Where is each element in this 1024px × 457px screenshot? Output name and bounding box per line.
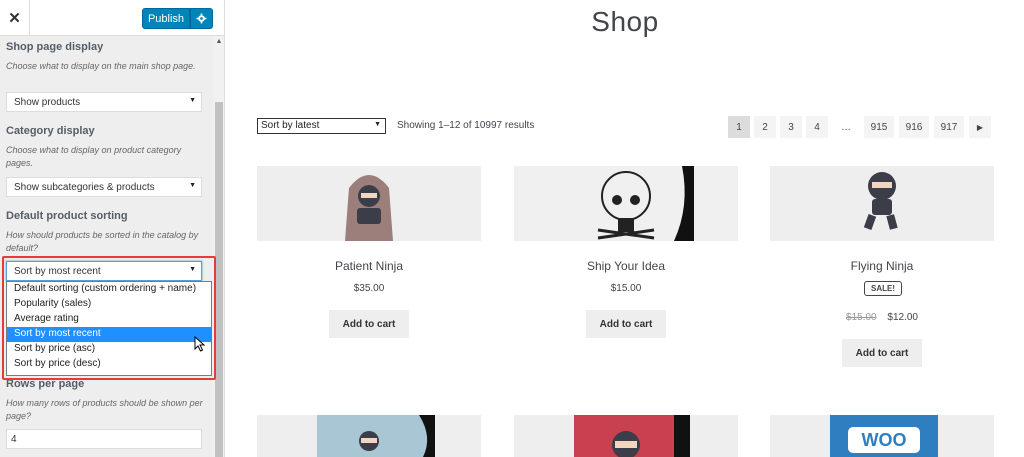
- add-to-cart-button[interactable]: Add to cart: [329, 310, 409, 338]
- add-to-cart-button[interactable]: Add to cart: [842, 339, 922, 367]
- sidebar-header: ✕ Publish: [0, 0, 224, 36]
- category-display-select[interactable]: Show subcategories & products ▼: [6, 177, 202, 197]
- product-price: $15.00: [610, 283, 642, 294]
- category-display-title: Category display: [6, 125, 95, 137]
- flying-ninja-image: [863, 172, 898, 230]
- product-image[interactable]: [514, 166, 738, 241]
- default-sorting-description: How should products be sorted in the cat…: [6, 230, 199, 253]
- page-title: Shop: [591, 6, 659, 37]
- chevron-right-icon: ▶: [976, 122, 984, 132]
- product-image[interactable]: [514, 415, 738, 457]
- product-price: $15.00 $12.00: [770, 312, 994, 323]
- scrollbar-thumb[interactable]: [215, 102, 223, 457]
- product-image[interactable]: [257, 415, 481, 457]
- pagination-page-current[interactable]: 1: [728, 116, 750, 138]
- pagination-page[interactable]: 2: [754, 116, 776, 138]
- chevron-down-icon: ▼: [189, 97, 196, 104]
- pagination-page[interactable]: 4: [806, 116, 828, 138]
- hoodie-ninja-image: [345, 175, 393, 241]
- product-image[interactable]: WOO: [770, 415, 994, 457]
- shop-page-display-title: Shop page display: [6, 41, 104, 53]
- sale-badge: SALE!: [864, 281, 902, 296]
- sidebar-scrollbar[interactable]: ▲: [213, 36, 224, 457]
- publish-button[interactable]: Publish: [142, 8, 190, 29]
- rows-per-page-description: How many rows of products should be show…: [6, 398, 203, 421]
- product-old-price: $15.00: [846, 312, 877, 323]
- pagination-page[interactable]: 917: [934, 116, 964, 138]
- product-price: $35.00: [353, 283, 385, 294]
- chevron-down-icon: ▼: [189, 182, 196, 189]
- publish-settings-button[interactable]: [190, 8, 213, 29]
- ship-your-idea-image: [597, 166, 694, 241]
- shop-sort-select[interactable]: Sort by latest ▼: [257, 118, 386, 134]
- product-sale-price: $12.00: [887, 312, 918, 323]
- product-name[interactable]: Patient Ninja: [257, 259, 481, 273]
- add-to-cart-button[interactable]: Add to cart: [586, 310, 666, 338]
- pagination-page[interactable]: 915: [864, 116, 894, 138]
- mouse-cursor-icon: [194, 336, 206, 352]
- woo-ninja-image: [317, 415, 435, 457]
- category-display-description: Choose what to display on product catego…: [6, 145, 182, 168]
- red-ninja-image: [574, 415, 690, 457]
- product-image[interactable]: [770, 166, 994, 241]
- product-image[interactable]: [257, 166, 481, 241]
- pagination-page[interactable]: 3: [780, 116, 802, 138]
- annotation-highlight: [2, 256, 216, 380]
- close-icon[interactable]: ✕: [0, 0, 30, 36]
- pagination-next[interactable]: ▶: [969, 116, 991, 138]
- shop-sort-value: Sort by latest: [261, 120, 320, 131]
- pagination-ellipsis: …: [841, 121, 851, 133]
- rows-per-page-input[interactable]: 4: [6, 429, 202, 449]
- shop-page-display-description: Choose what to display on the main shop …: [6, 61, 196, 71]
- category-display-value: Show subcategories & products: [14, 182, 155, 193]
- shop-page-display-select[interactable]: Show products ▼: [6, 92, 202, 112]
- shop-page-display-value: Show products: [14, 97, 81, 108]
- shop-preview: Shop Sort by latest ▼ Showing 1–12 of 10…: [226, 0, 1024, 457]
- default-sorting-title: Default product sorting: [6, 210, 128, 222]
- product-name[interactable]: Flying Ninja: [770, 259, 994, 273]
- gear-icon: [196, 13, 207, 24]
- chevron-down-icon: ▼: [374, 121, 381, 128]
- woo-logo-text: WOO: [848, 427, 920, 453]
- product-name[interactable]: Ship Your Idea: [514, 259, 738, 273]
- scroll-up-icon[interactable]: ▲: [213, 38, 224, 48]
- customizer-sidebar: ✕ Publish Shop page display Choose what …: [0, 0, 225, 457]
- pagination-page[interactable]: 916: [899, 116, 929, 138]
- result-count: Showing 1–12 of 10997 results: [397, 120, 535, 131]
